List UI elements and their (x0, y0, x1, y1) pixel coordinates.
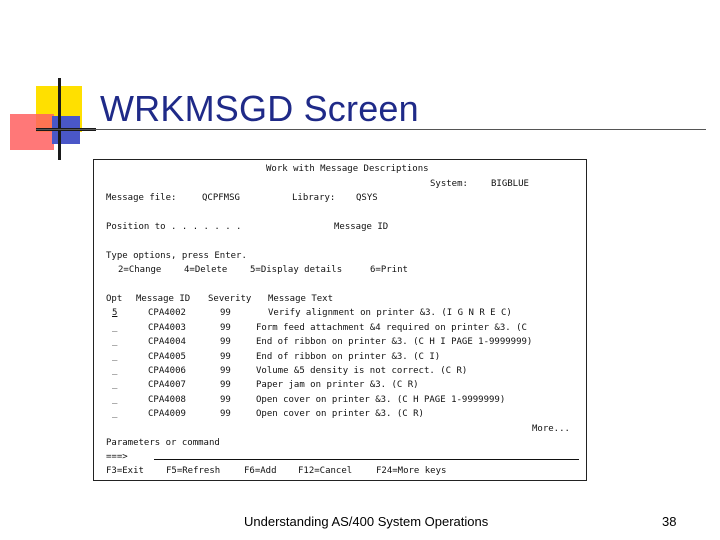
row-message-text: Volume &5 density is not correct. (C R) (256, 366, 468, 376)
option-print: 6=Print (370, 265, 408, 275)
decor-vertical-line (58, 78, 61, 160)
row-severity: 99 (220, 308, 231, 318)
message-file-label: Message file: (106, 193, 177, 203)
fkey-refresh[interactable]: F5=Refresh (166, 466, 220, 477)
row-message-text: End of ribbon on printer &3. (C H I PAGE… (256, 337, 533, 347)
row-message-id: CPA4006 (148, 366, 186, 376)
row-message-text: Verify alignment on printer &3. (I G N R… (268, 308, 512, 318)
position-to-field[interactable]: Message ID (334, 222, 388, 233)
row-message-id: CPA4008 (148, 395, 186, 405)
more-indicator: More... (532, 424, 570, 434)
type-options-text: Type options, press Enter. (106, 251, 247, 261)
position-to-label: Position to . . . . . . . (106, 222, 242, 232)
message-file-value: QCPFMSG (202, 193, 240, 203)
library-label: Library: (292, 193, 336, 203)
row-message-id: CPA4007 (148, 380, 186, 390)
command-prompt: ===> (106, 452, 128, 462)
option-display-details: 5=Display details (250, 265, 343, 275)
row-message-id: CPA4005 (148, 352, 186, 362)
row-severity: 99 (220, 366, 231, 376)
slide-title: WRKMSGD Screen (100, 88, 419, 129)
option-delete: 4=Delete (184, 265, 228, 275)
row-opt-input[interactable]: _ (112, 337, 117, 348)
row-message-text: Paper jam on printer &3. (C R) (256, 380, 419, 390)
row-message-text: End of ribbon on printer &3. (C I) (256, 352, 441, 362)
row-message-id: CPA4009 (148, 409, 186, 419)
decor-red-square (10, 114, 54, 150)
column-header-severity: Severity (208, 294, 252, 304)
command-input[interactable] (154, 459, 579, 460)
row-message-text: Open cover on printer &3. (C R) (256, 409, 424, 419)
terminal-screen: Work with Message Descriptions System: B… (93, 159, 587, 481)
option-change: 2=Change (118, 265, 162, 275)
slide-footer: Understanding AS/400 System Operations (244, 514, 489, 529)
row-severity: 99 (220, 352, 231, 362)
row-severity: 99 (220, 337, 231, 347)
parameters-label: Parameters or command (106, 438, 220, 448)
row-message-id: CPA4002 (148, 308, 186, 318)
row-opt-input[interactable]: _ (112, 409, 117, 420)
row-severity: 99 (220, 395, 231, 405)
row-message-text: Form feed attachment &4 required on prin… (256, 323, 527, 333)
row-message-id: CPA4003 (148, 323, 186, 333)
row-opt-input[interactable]: _ (112, 352, 117, 363)
row-opt-input[interactable]: _ (112, 366, 117, 377)
row-opt-input[interactable]: 5 (112, 308, 117, 319)
fkey-cancel[interactable]: F12=Cancel (298, 466, 352, 477)
row-opt-input[interactable]: _ (112, 395, 117, 406)
system-label: System: (430, 179, 468, 189)
fkey-add[interactable]: F6=Add (244, 466, 277, 477)
system-value: BIGBLUE (491, 179, 529, 189)
fkey-exit[interactable]: F3=Exit (106, 466, 144, 477)
row-opt-input[interactable]: _ (112, 323, 117, 334)
column-header-message-id: Message ID (136, 294, 191, 304)
row-severity: 99 (220, 323, 231, 333)
row-message-id: CPA4004 (148, 337, 186, 347)
row-message-text: Open cover on printer &3. (C H PAGE 1-99… (256, 395, 506, 405)
column-header-message-text: Message Text (268, 294, 334, 304)
screen-header: Work with Message Descriptions (266, 164, 429, 174)
row-severity: 99 (220, 380, 231, 390)
page-number: 38 (662, 514, 677, 529)
column-header-opt: Opt (106, 294, 123, 304)
library-value: QSYS (356, 193, 378, 203)
fkey-more-keys[interactable]: F24=More keys (376, 466, 446, 477)
row-severity: 99 (220, 409, 231, 419)
row-opt-input[interactable]: _ (112, 380, 117, 391)
